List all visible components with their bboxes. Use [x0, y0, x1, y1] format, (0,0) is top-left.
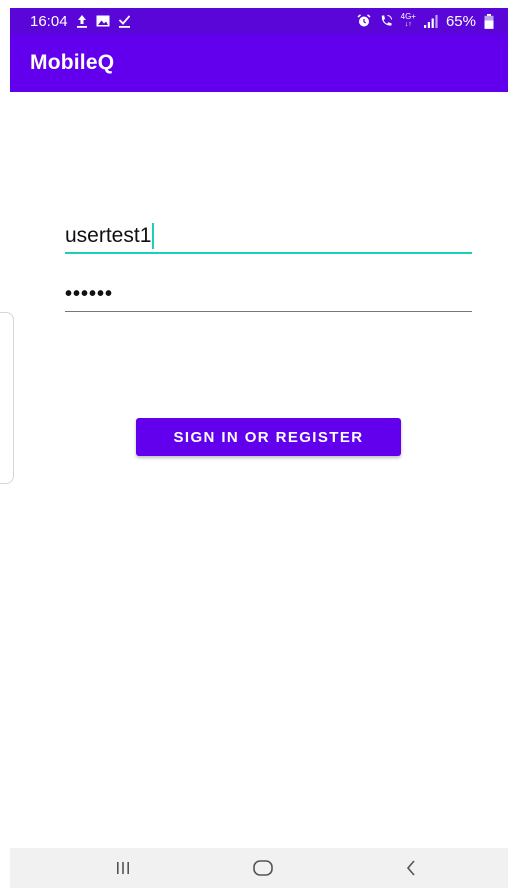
- screen: 16:04 4G+ ↓↑ 65% MobileQ usertest1 •••••…: [0, 0, 515, 888]
- battery-percent: 65%: [445, 12, 476, 30]
- recent-apps-icon[interactable]: [108, 856, 138, 880]
- app-bar: MobileQ: [10, 34, 508, 92]
- status-bar-right: 4G+ ↓↑ 65%: [357, 13, 494, 30]
- back-icon[interactable]: [396, 856, 426, 880]
- upload-icon: [76, 13, 88, 29]
- text-cursor: [152, 222, 155, 249]
- navigation-bar: [10, 848, 508, 888]
- username-value: usertest1: [65, 224, 152, 247]
- network-type-label: 4G+: [400, 12, 416, 21]
- image-icon: [96, 13, 110, 29]
- status-bar: 16:04 4G+ ↓↑ 65%: [10, 8, 508, 34]
- password-value: ••••••: [65, 283, 114, 305]
- battery-icon: [484, 13, 494, 29]
- app-title: MobileQ: [30, 51, 115, 74]
- edge-panel-handle[interactable]: [0, 312, 14, 484]
- network-icon: 4G+ ↓↑: [401, 13, 416, 29]
- status-time: 16:04: [30, 12, 68, 30]
- network-arrows-icon: ↓↑: [404, 21, 412, 28]
- username-input[interactable]: usertest1: [65, 218, 472, 254]
- status-bar-left: 16:04: [30, 13, 131, 30]
- signal-icon: [423, 13, 438, 29]
- password-input[interactable]: ••••••: [65, 280, 472, 312]
- download-done-icon: [118, 13, 131, 29]
- sign-in-or-register-button[interactable]: SIGN IN OR REGISTER: [136, 418, 401, 456]
- alarm-icon: [357, 13, 371, 29]
- home-icon[interactable]: [248, 856, 278, 880]
- call-icon: [379, 13, 393, 29]
